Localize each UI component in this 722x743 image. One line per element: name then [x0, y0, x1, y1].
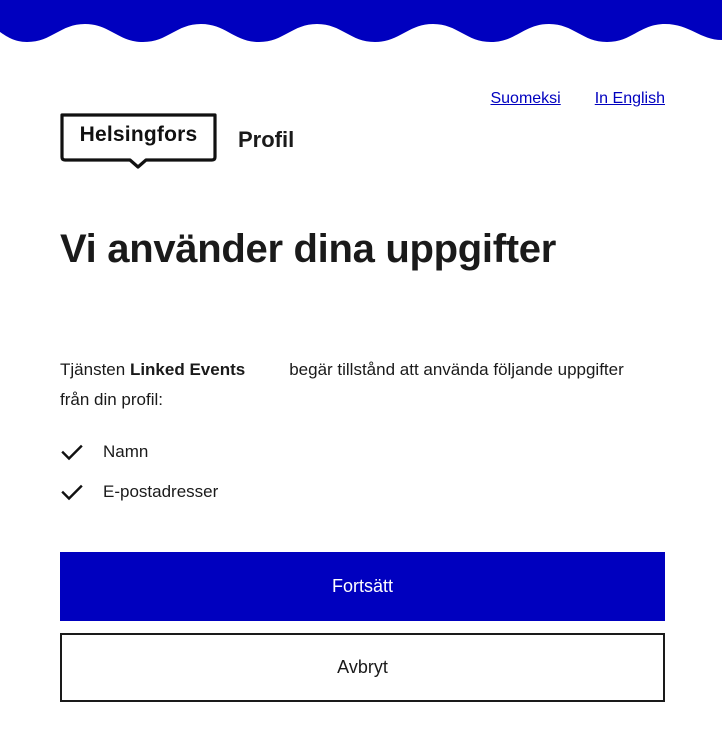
permission-item-email: E-postadresser — [60, 477, 218, 507]
consent-page: Suomeksi In English Helsingfors Profil V… — [0, 0, 722, 743]
consent-intro-text: Tjänsten Linked Events begär tillstånd at… — [60, 355, 640, 415]
check-icon — [61, 484, 83, 501]
language-switcher: Suomeksi In English — [490, 90, 665, 108]
service-name: Profil — [238, 127, 295, 152]
logo-text: Helsingfors — [79, 123, 198, 146]
cancel-button[interactable]: Avbryt — [60, 633, 665, 702]
brand-row: Helsingfors Profil — [60, 113, 294, 169]
check-icon — [61, 444, 83, 461]
header-wave-decoration — [0, 0, 722, 42]
intro-prefix: Tjänsten — [60, 360, 126, 379]
page-title: Vi använder dina uppgifter — [60, 227, 556, 271]
language-link-english[interactable]: In English — [595, 90, 665, 108]
permission-label: Namn — [103, 442, 149, 461]
helsinki-logo: Helsingfors — [60, 113, 217, 169]
permission-label: E-postadresser — [103, 482, 219, 501]
language-link-finnish[interactable]: Suomeksi — [490, 90, 560, 108]
client-name: Linked Events — [129, 360, 246, 379]
permission-item-name: Namn — [60, 437, 218, 467]
continue-button[interactable]: Fortsätt — [60, 552, 665, 621]
permission-list: Namn E-postadresser — [60, 437, 218, 517]
